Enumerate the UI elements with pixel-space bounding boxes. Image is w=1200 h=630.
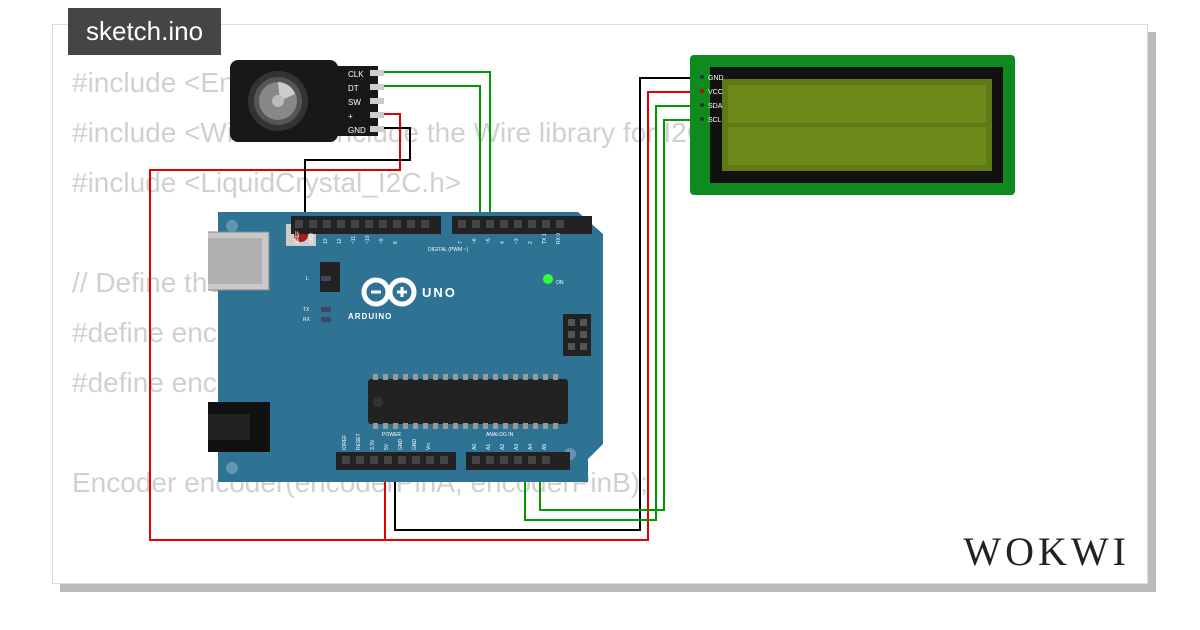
svg-text:~11: ~11 [351, 236, 357, 244]
lcd-display[interactable]: GND VCC SDA SCL [690, 55, 1015, 195]
svg-text:A2: A2 [500, 444, 506, 450]
svg-text:5V: 5V [384, 443, 390, 450]
arduino-led-l: L [306, 276, 309, 282]
file-tab[interactable]: sketch.ino [68, 8, 221, 55]
svg-text:3.3V: 3.3V [370, 439, 376, 450]
encoder-pin-label: GND [348, 126, 366, 135]
lcd-pin-label: VCC [708, 89, 723, 96]
svg-text:A0: A0 [472, 444, 478, 450]
encoder-pin-label: CLK [348, 70, 364, 79]
svg-text:8: 8 [393, 241, 399, 244]
svg-text:A3: A3 [514, 444, 520, 450]
arduino-uno[interactable]: ON UNO ARDUINO DIGITAL (PWM ~) POWER ANA… [208, 204, 608, 494]
svg-text:GND: GND [398, 439, 404, 451]
lcd-pin-label: SDA [708, 103, 723, 110]
arduino-led-rx: RX [303, 317, 311, 323]
lcd-pin-label: GND [708, 75, 724, 82]
wokwi-logo: WOKWI [963, 528, 1130, 575]
arduino-led-tx: TX [303, 307, 310, 313]
svg-text:~10: ~10 [365, 235, 371, 244]
lcd-pin-label: SCL [708, 117, 722, 124]
encoder-pin-label: SW [348, 98, 361, 107]
svg-text:GND: GND [309, 233, 315, 245]
arduino-section-analog: ANALOG IN [486, 432, 514, 438]
arduino-section-digital: DIGITAL (PWM ~) [428, 247, 468, 253]
svg-text:A5: A5 [542, 444, 548, 450]
encoder-pin-label: DT [348, 84, 359, 93]
svg-text:~6: ~6 [472, 238, 478, 244]
svg-text:7: 7 [458, 241, 464, 244]
svg-text:RX 0: RX 0 [556, 233, 562, 244]
svg-text:A1: A1 [486, 444, 492, 450]
svg-text:2: 2 [528, 241, 534, 244]
svg-text:~5: ~5 [486, 238, 492, 244]
svg-text:ON: ON [556, 280, 564, 286]
svg-text:RESET: RESET [356, 433, 362, 450]
encoder-pin-label: + [348, 112, 353, 121]
svg-text:A4: A4 [528, 444, 534, 450]
arduino-model-label: UNO [422, 285, 457, 300]
svg-text:4: 4 [500, 241, 506, 244]
svg-text:IOREF: IOREF [342, 435, 348, 450]
svg-text:TX 1: TX 1 [542, 233, 548, 244]
svg-text:~3: ~3 [514, 238, 520, 244]
code-line: #include <LiquidCrystal_I2C.h> [72, 167, 461, 198]
svg-text:~9: ~9 [379, 238, 385, 244]
arduino-brand-label: ARDUINO [348, 312, 392, 321]
svg-text:12: 12 [337, 238, 343, 244]
svg-text:AREF: AREF [295, 231, 301, 244]
rotary-encoder[interactable]: CLK DT SW + GND [230, 60, 390, 150]
svg-text:13: 13 [323, 238, 329, 244]
svg-text:Vin: Vin [426, 443, 432, 450]
arduino-section-power: POWER [382, 432, 401, 438]
svg-text:GND: GND [412, 439, 418, 451]
